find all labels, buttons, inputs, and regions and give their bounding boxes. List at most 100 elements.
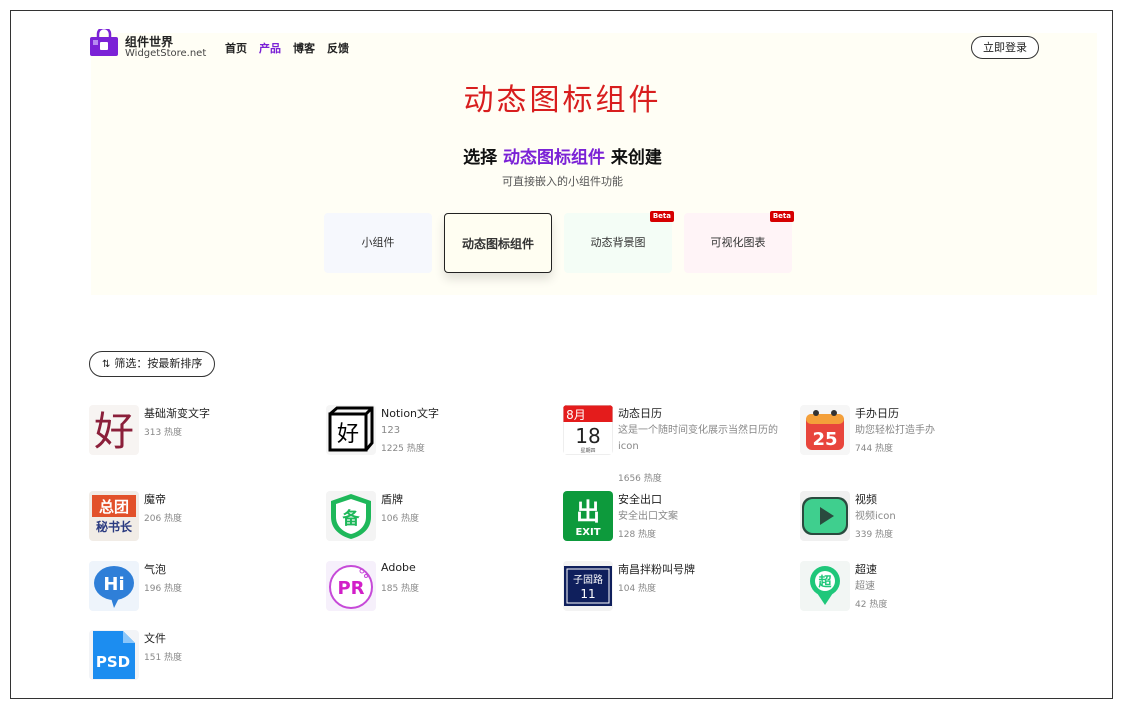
item-heat: 339 热度 [855, 530, 894, 540]
item-name: Notion文字 [381, 407, 440, 420]
adobe-icon: PR [326, 561, 376, 611]
item-heat: 196 热度 [144, 584, 183, 594]
icon-text: PSD [96, 653, 130, 671]
item-desc: 这是一个随时间变化展示当然日历的icon [618, 425, 778, 452]
item-name: 魔帝 [144, 493, 166, 506]
modi-icon: 总团 秘书长 [89, 491, 139, 541]
subtitle-highlight: 动态图标组件 [503, 148, 605, 168]
item-heat: 151 热度 [144, 653, 183, 663]
icon-word: EXIT [575, 527, 600, 538]
filter-value: 按最新排序 [147, 357, 203, 370]
icon-day: 18 [575, 424, 600, 448]
queue-sign-icon: 子固路 11 [563, 561, 613, 611]
list-item[interactable]: 出 EXIT 安全出口 安全出口文案 128 热度 [563, 491, 793, 561]
tab-charts[interactable]: 可视化图表 Beta [684, 211, 794, 273]
sort-icon: ⇅ [102, 359, 111, 370]
list-item[interactable]: 25 手办日历 助您轻松打造手办 744 热度 [800, 405, 1030, 475]
figure-calendar-icon: 25 [800, 405, 850, 455]
exit-icon: 出 EXIT [563, 491, 613, 541]
item-heat: 185 热度 [381, 584, 420, 594]
list-item[interactable]: 好 基础渐变文字 313 热度 [89, 405, 319, 475]
browser-frame: 组件世界 WidgetStore.net 首页 产品 博客 反馈 立即登录 动态… [10, 10, 1113, 699]
list-item[interactable]: PR Adobe 185 热度 [326, 561, 556, 631]
item-name: Adobe [381, 561, 416, 574]
nav-products[interactable]: 产品 [259, 40, 281, 56]
item-heat: 1656 热度 [618, 474, 662, 484]
tab-label: 动态图标组件 [461, 237, 534, 251]
tab-dynamic-icons[interactable]: 动态图标组件 [444, 213, 552, 273]
item-name: 动态日历 [618, 407, 662, 420]
icon-text: Hi [103, 574, 124, 595]
filter-label: 筛选： [114, 357, 148, 370]
item-heat: 106 热度 [381, 514, 420, 524]
sort-filter-button[interactable]: ⇅ 筛选：按最新排序 [89, 351, 215, 377]
hero-description: 可直接嵌入的小组件功能 [502, 175, 623, 188]
nav-home[interactable]: 首页 [225, 40, 247, 56]
item-name: 安全出口 [618, 493, 662, 506]
item-desc: 助您轻松打造手办 [855, 425, 935, 436]
hero-title: 动态图标组件 [463, 83, 662, 118]
item-heat: 1225 热度 [381, 444, 425, 454]
icon-text-top: 总团 [99, 498, 129, 516]
icon-char: 好 [94, 409, 134, 455]
list-item[interactable]: Hi 气泡 196 热度 [89, 561, 319, 631]
hero-subtitle: 选择 动态图标组件 来创建 [11, 143, 1112, 168]
item-desc: 超速 [855, 581, 875, 592]
nav-blog[interactable]: 博客 [293, 40, 315, 56]
top-bar: 组件世界 WidgetStore.net 首页 产品 博客 反馈 立即登录 [89, 25, 1039, 71]
bubble-icon: Hi [89, 561, 139, 611]
item-name: 基础渐变文字 [144, 407, 210, 420]
list-item[interactable]: 8月 18 星期四 动态日历 这是一个随时间变化展示当然日历的icon 1656… [563, 405, 793, 484]
logo-bag-icon[interactable] [89, 26, 119, 57]
video-icon [800, 491, 850, 541]
item-heat: 744 热度 [855, 444, 894, 454]
item-name: 气泡 [144, 563, 166, 576]
logo-domain[interactable]: WidgetStore.net [125, 48, 206, 59]
list-item[interactable]: 好 Notion文字 123 1225 热度 [326, 405, 556, 475]
list-item[interactable]: PSD 文件 151 热度 [89, 630, 319, 698]
login-button[interactable]: 立即登录 [971, 36, 1039, 59]
item-name: 视频 [855, 493, 877, 506]
item-heat: 104 热度 [618, 584, 657, 594]
list-item[interactable]: 备 盾牌 106 热度 [326, 491, 556, 561]
subtitle-suffix: 来创建 [610, 148, 662, 168]
item-name: 南昌拌粉叫号牌 [618, 563, 695, 576]
item-heat: 313 热度 [144, 428, 183, 438]
shield-icon: 备 [326, 491, 376, 541]
item-name: 手办日历 [855, 407, 899, 420]
item-desc: 视频icon [855, 511, 896, 522]
hao-text-icon: 好 [89, 405, 139, 455]
psd-file-icon: PSD [89, 630, 139, 680]
calendar-icon: 8月 18 星期四 [563, 405, 613, 455]
item-desc: 123 [381, 425, 401, 436]
list-item[interactable]: 总团 秘书长 魔帝 206 热度 [89, 491, 319, 561]
speed-icon: 超 [800, 561, 850, 611]
subtitle-prefix: 选择 [463, 148, 498, 168]
item-name: 超速 [855, 563, 877, 576]
tab-label: 小组件 [361, 236, 395, 249]
tab-widgets[interactable]: 小组件 [324, 213, 432, 273]
list-item[interactable]: 子固路 11 南昌拌粉叫号牌 104 热度 [563, 561, 793, 631]
icon-number: 11 [580, 587, 595, 601]
icon-text-bottom: 秘书长 [96, 519, 133, 534]
tab-dynamic-backgrounds[interactable]: 动态背景图 Beta [564, 211, 674, 273]
icon-text-top: 子固路 [573, 573, 603, 586]
list-item[interactable]: 视频 视频icon 339 热度 [800, 491, 1030, 561]
icon-month: 8月 [566, 408, 586, 422]
item-heat: 128 热度 [618, 530, 657, 540]
category-tabs: 小组件 动态图标组件 动态背景图 Beta 可视化图表 Beta [324, 211, 794, 275]
icon-char: 超 [818, 574, 832, 590]
icon-weekday: 星期四 [580, 448, 595, 454]
tab-label: 动态背景图 [590, 236, 646, 249]
item-name: 盾牌 [381, 493, 403, 506]
notion-text-icon: 好 [326, 405, 376, 455]
item-heat: 42 热度 [855, 600, 888, 610]
item-desc: 安全出口文案 [618, 511, 678, 522]
beta-badge: Beta [649, 211, 674, 222]
list-item[interactable]: 超 超速 超速 42 热度 [800, 561, 1030, 631]
nav-feedback[interactable]: 反馈 [327, 40, 349, 56]
item-heat: 206 热度 [144, 514, 183, 524]
icon-char: 出 [576, 498, 600, 526]
tab-label: 可视化图表 [710, 236, 766, 249]
icon-char: 备 [342, 508, 361, 529]
